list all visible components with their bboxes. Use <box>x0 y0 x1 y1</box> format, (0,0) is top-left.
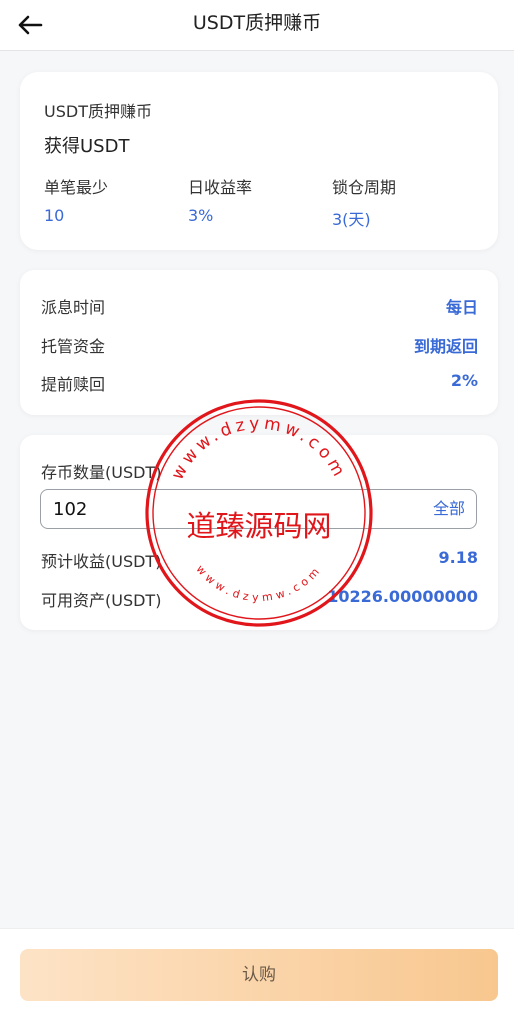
all-button[interactable]: 全部 <box>433 490 465 528</box>
amount-field[interactable]: 全部 <box>40 489 477 529</box>
term-row-custody: 托管资金 到期返回 <box>41 333 478 356</box>
stat-min-amount: 单笔最少 10 <box>44 174 108 225</box>
product-subtitle: 获得USDT <box>44 136 130 157</box>
term-label: 派息时间 <box>41 298 106 317</box>
term-label: 提前赎回 <box>41 375 106 394</box>
stat-value: 3(天) <box>332 210 371 229</box>
stat-label: 日收益率 <box>188 178 253 197</box>
page-title: USDT质押赚币 <box>192 12 322 34</box>
stat-label: 单笔最少 <box>44 178 109 197</box>
bottom-bar: 认购 <box>0 928 514 1025</box>
estimate-value: 9.18 <box>438 548 478 567</box>
product-card: USDT质押赚币 获得USDT 单笔最少 10 日收益率 3% 锁仓周期 3(天… <box>20 72 498 250</box>
stat-lock-period: 锁仓周期 3(天) <box>332 174 396 230</box>
product-title: USDT质押赚币 <box>44 102 152 121</box>
available-row: 可用资产(USDT) 10226.00000000 <box>41 587 478 610</box>
stat-value: 10 <box>44 206 65 225</box>
stat-label: 锁仓周期 <box>332 178 397 197</box>
term-row-payout: 派息时间 每日 <box>41 294 478 317</box>
top-bar: USDT质押赚币 <box>0 0 514 51</box>
estimate-row: 预计收益(USDT) 9.18 <box>41 548 478 571</box>
stat-daily-rate: 日收益率 3% <box>188 174 252 225</box>
deposit-amount-label: 存币数量(USDT) <box>41 463 162 482</box>
subscribe-button[interactable]: 认购 <box>20 949 498 1001</box>
estimate-label: 预计收益(USDT) <box>41 552 162 571</box>
term-label: 托管资金 <box>41 337 106 356</box>
available-label: 可用资产(USDT) <box>41 591 162 610</box>
deposit-card: 存币数量(USDT) 全部 预计收益(USDT) 9.18 可用资产(USDT)… <box>20 435 498 630</box>
term-value: 到期返回 <box>413 337 478 356</box>
terms-card: 派息时间 每日 托管资金 到期返回 提前赎回 2% <box>20 270 498 415</box>
amount-input[interactable] <box>53 490 353 528</box>
term-value: 每日 <box>445 298 478 317</box>
available-value: 10226.00000000 <box>327 587 478 606</box>
stat-value: 3% <box>188 206 214 225</box>
term-value: 2% <box>450 371 478 390</box>
term-row-early-redeem: 提前赎回 2% <box>41 371 478 394</box>
